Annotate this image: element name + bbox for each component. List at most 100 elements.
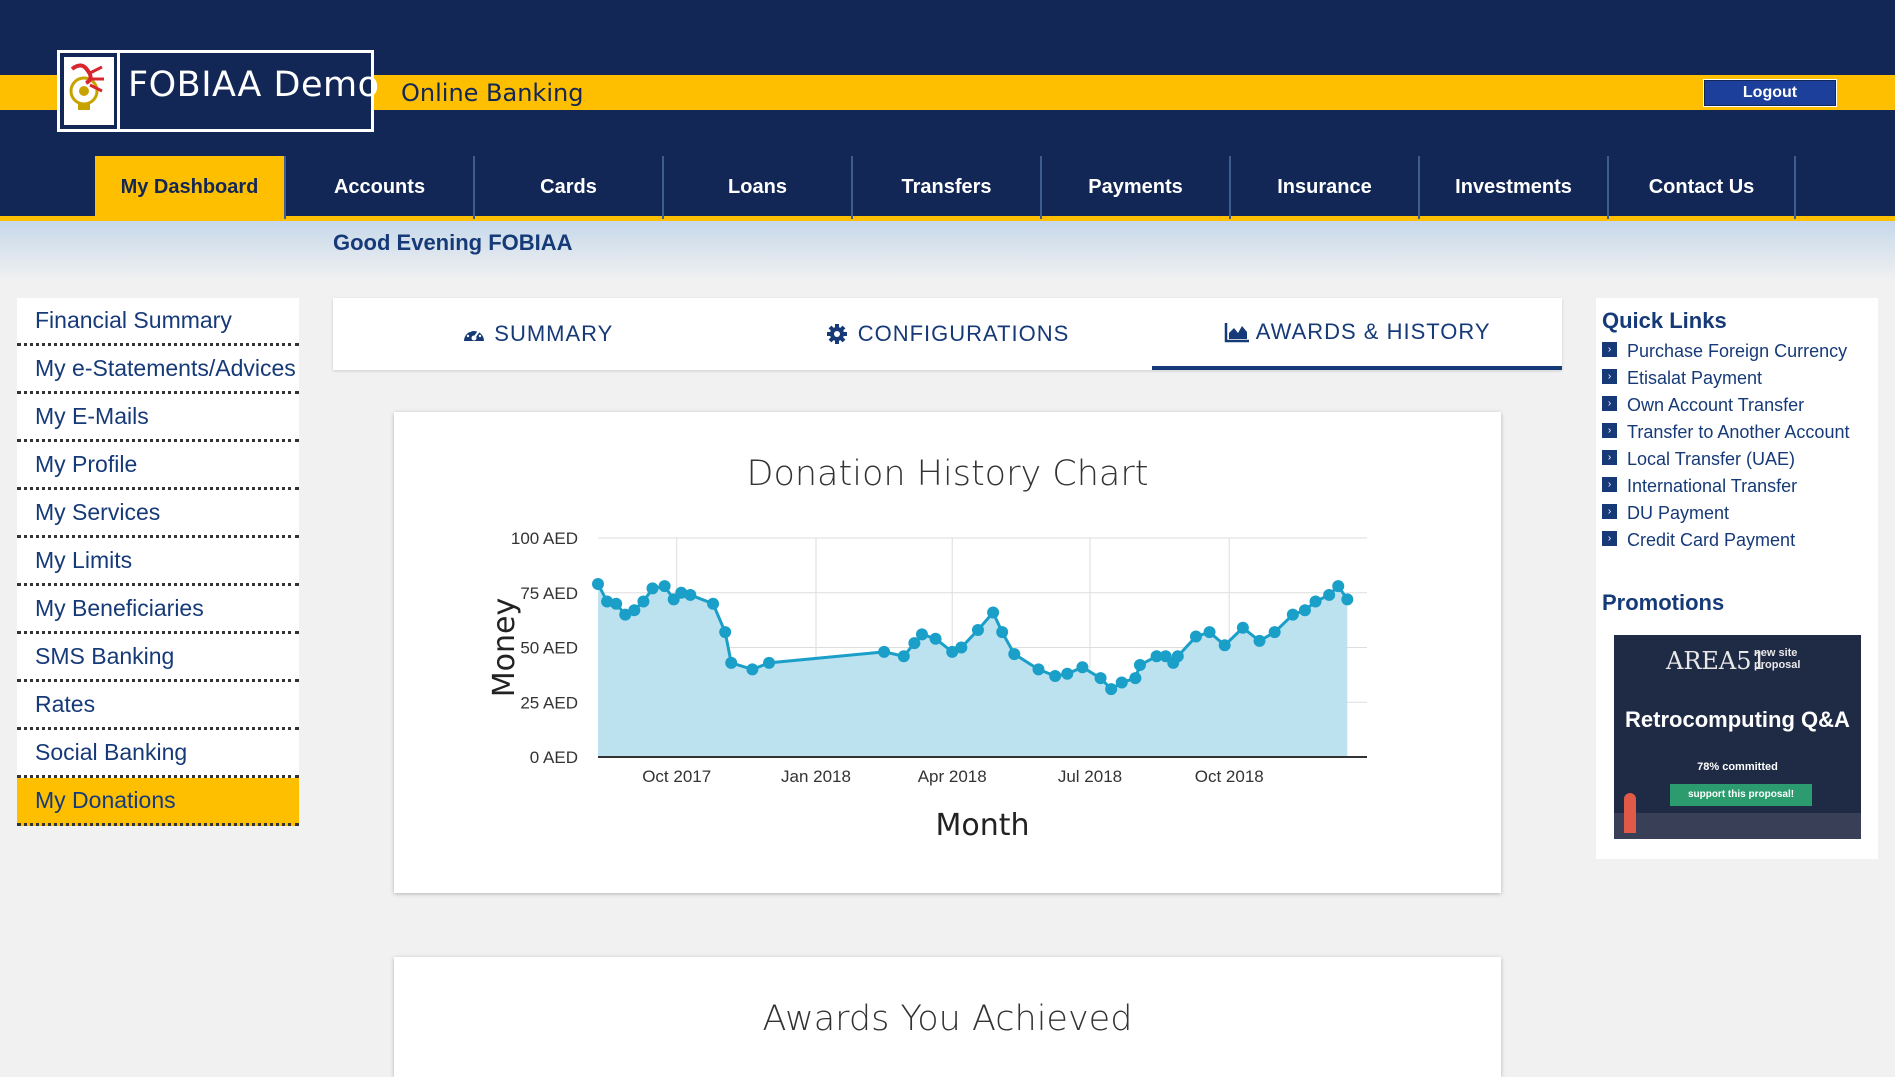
- nav-accounts[interactable]: Accounts: [284, 156, 473, 219]
- sidebar-item-social-banking[interactable]: Social Banking: [17, 730, 299, 778]
- x-tick-label: Apr 2018: [918, 767, 987, 786]
- donation-chart-card: Donation History Chart 0 AED 25 AED 50 AED…: [394, 412, 1501, 893]
- data-point: [1129, 672, 1142, 685]
- sidebar-item-financial-summary[interactable]: Financial Summary: [17, 298, 299, 346]
- gear-icon: [826, 323, 850, 345]
- quick-links-list: › Purchase Foreign Currency › Etisalat Pay…: [1602, 338, 1849, 554]
- quick-link-etisalat-payment[interactable]: › Etisalat Payment: [1602, 365, 1849, 392]
- right-panel: Quick Links › Purchase Foreign Currency ›…: [1596, 298, 1878, 859]
- chevron-right-icon: ›: [1602, 504, 1617, 519]
- data-point: [1032, 663, 1045, 676]
- quick-link-transfer-another-account[interactable]: › Transfer to Another Account: [1602, 419, 1849, 446]
- data-point: [878, 645, 891, 658]
- nav-insurance[interactable]: Insurance: [1229, 156, 1418, 219]
- sidebar-item-e-statements[interactable]: My e-Statements/Advices: [17, 346, 299, 394]
- nav-payments[interactable]: Payments: [1040, 156, 1229, 219]
- y-axis-title: Money: [487, 598, 522, 697]
- promo-support-button[interactable]: support this proposal!: [1670, 784, 1812, 806]
- data-point: [1189, 630, 1202, 643]
- promo-headline: Retrocomputing Q&A: [1625, 707, 1850, 732]
- tab-awards-history-label: AWARDS & HISTORY: [1255, 319, 1491, 344]
- quick-link-label: Purchase Foreign Currency: [1627, 341, 1848, 361]
- area-chart-icon: [1224, 321, 1249, 343]
- x-tick-label: Oct 2017: [642, 767, 711, 786]
- chevron-right-icon: ›: [1602, 450, 1617, 465]
- data-point: [1115, 676, 1128, 689]
- quick-link-label: International Transfer: [1627, 476, 1798, 496]
- main-nav: My Dashboard Accounts Cards Loans Transf…: [95, 156, 1796, 219]
- data-point: [763, 656, 776, 669]
- nav-loans[interactable]: Loans: [662, 156, 851, 219]
- dashboard-icon: [462, 323, 486, 345]
- data-point: [628, 604, 641, 617]
- data-point: [1008, 648, 1021, 661]
- tab-awards-history[interactable]: AWARDS & HISTORY: [1152, 298, 1563, 370]
- awards-title: Awards You Achieved: [762, 999, 1133, 1039]
- nav-investments[interactable]: Investments: [1418, 156, 1607, 219]
- promo-badge: new site proposal: [1754, 647, 1801, 671]
- promotion-banner[interactable]: AREA51 new site proposal Retrocomputing …: [1614, 635, 1861, 839]
- data-point: [996, 626, 1009, 639]
- tab-configurations-label: CONFIGURATIONS: [857, 321, 1070, 346]
- sidebar-item-sms-banking[interactable]: SMS Banking: [17, 634, 299, 682]
- sidebar-item-beneficiaries[interactable]: My Beneficiaries: [17, 586, 299, 634]
- sidebar-item-rates[interactable]: Rates: [17, 682, 299, 730]
- sidebar-item-my-donations[interactable]: My Donations: [17, 778, 299, 826]
- awards-card: Awards You Achieved: [394, 957, 1501, 1077]
- quick-link-label: Own Account Transfer: [1627, 395, 1805, 415]
- sidebar-item-e-mails[interactable]: My E-Mails: [17, 394, 299, 442]
- quick-link-label: Credit Card Payment: [1627, 530, 1796, 550]
- series-area: [598, 583, 1348, 757]
- x-tick-label: Jul 2018: [1058, 767, 1122, 786]
- y-tick-label: 0 AED: [530, 748, 578, 767]
- data-point: [915, 628, 928, 641]
- app-subtitle: Online Banking: [401, 79, 584, 107]
- sidebar-item-services[interactable]: My Services: [17, 490, 299, 538]
- data-point: [592, 577, 604, 590]
- bank-logo[interactable]: FOBIAA Demo: [57, 50, 379, 132]
- data-point: [658, 580, 671, 593]
- nav-cards[interactable]: Cards: [473, 156, 662, 219]
- donation-tabs: SUMMARY CONFIGURATIONS AWARDS & HISTORY: [333, 298, 1563, 370]
- data-point: [1332, 580, 1345, 593]
- chevron-right-icon: ›: [1602, 396, 1617, 411]
- data-point: [610, 597, 623, 610]
- data-point: [1105, 683, 1118, 696]
- nav-contact-us[interactable]: Contact Us: [1607, 156, 1796, 219]
- data-point: [1286, 608, 1299, 621]
- chevron-right-icon: ›: [1602, 477, 1617, 492]
- quick-link-credit-card-payment[interactable]: › Credit Card Payment: [1602, 527, 1849, 554]
- nav-my-dashboard[interactable]: My Dashboard: [95, 156, 284, 219]
- logo-text: FOBIAA Demo: [128, 65, 380, 105]
- promo-committed: 78% committed: [1697, 761, 1778, 773]
- quick-link-local-transfer[interactable]: › Local Transfer (UAE): [1602, 446, 1849, 473]
- logout-button[interactable]: Logout: [1703, 79, 1837, 107]
- tab-summary-label: SUMMARY: [494, 321, 614, 346]
- data-point: [1171, 650, 1184, 663]
- lightbulb-logo-icon: [64, 57, 114, 125]
- sidebar-item-limits[interactable]: My Limits: [17, 538, 299, 586]
- data-point: [1049, 669, 1062, 682]
- quick-link-label: Etisalat Payment: [1627, 368, 1763, 388]
- left-sidebar: Financial Summary My e-Statements/Advice…: [17, 298, 299, 826]
- quick-link-du-payment[interactable]: › DU Payment: [1602, 500, 1849, 527]
- rocket-icon: [1624, 793, 1636, 833]
- data-point: [719, 626, 732, 639]
- y-tick-label: 75 AED: [520, 584, 578, 603]
- tab-configurations[interactable]: CONFIGURATIONS: [743, 298, 1153, 370]
- y-tick-label: 50 AED: [520, 639, 578, 658]
- tab-summary[interactable]: SUMMARY: [333, 298, 743, 370]
- data-point: [725, 656, 738, 669]
- y-tick-label: 100 AED: [511, 529, 578, 548]
- quick-link-own-account-transfer[interactable]: › Own Account Transfer: [1602, 392, 1849, 419]
- x-tick-label: Oct 2018: [1195, 767, 1264, 786]
- quick-link-purchase-foreign-currency[interactable]: › Purchase Foreign Currency: [1602, 338, 1849, 365]
- quick-link-international-transfer[interactable]: › International Transfer: [1602, 473, 1849, 500]
- quick-link-label: DU Payment: [1627, 503, 1730, 523]
- data-point: [1298, 604, 1311, 617]
- data-point: [1203, 626, 1216, 639]
- nav-transfers[interactable]: Transfers: [851, 156, 1040, 219]
- header-fade: [0, 221, 1895, 281]
- sidebar-item-profile[interactable]: My Profile: [17, 442, 299, 490]
- data-point: [1218, 639, 1231, 652]
